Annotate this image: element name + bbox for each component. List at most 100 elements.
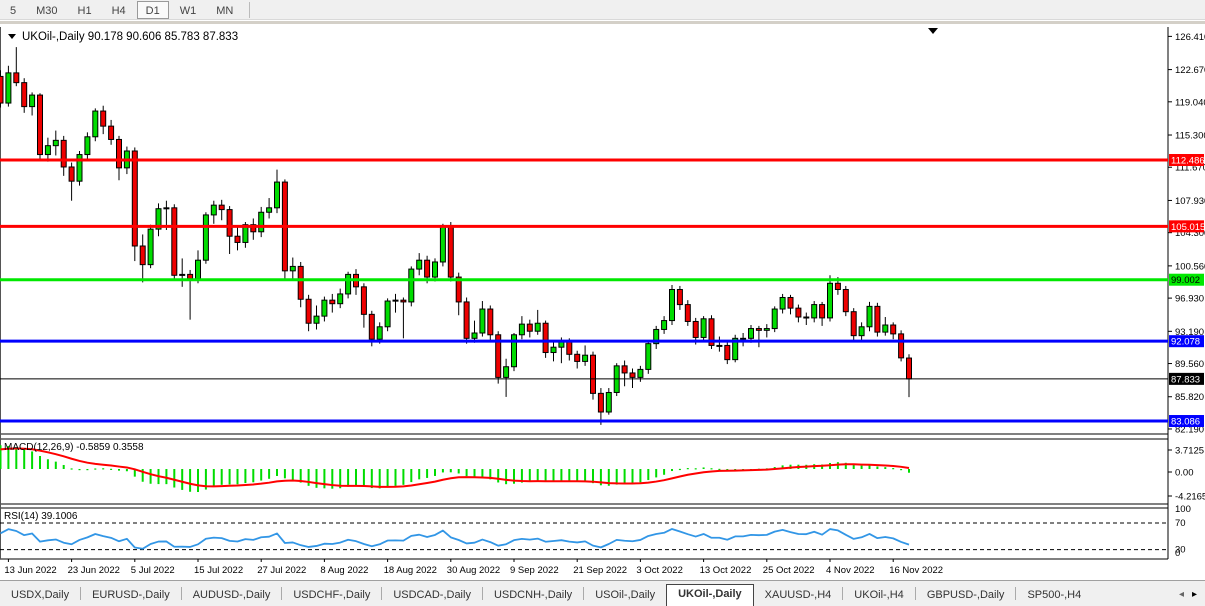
candle xyxy=(203,215,208,260)
candle xyxy=(117,139,122,167)
candle xyxy=(235,236,240,242)
candle xyxy=(780,297,785,309)
candle xyxy=(741,338,746,339)
rsi-line xyxy=(1,529,910,549)
candle xyxy=(598,393,603,412)
candle xyxy=(290,266,295,270)
date-axis-label: 18 Aug 2022 xyxy=(384,565,437,576)
tab-gbpusd-daily[interactable]: GBPUSD-,Daily xyxy=(916,586,1016,606)
timeframe-button-5[interactable]: 5 xyxy=(1,1,25,19)
candle xyxy=(693,321,698,337)
candle xyxy=(346,274,351,294)
rsi-axis-label: 0 xyxy=(1175,548,1180,559)
tabs-scroll-left-icon[interactable]: ◂ xyxy=(1179,589,1184,600)
candle xyxy=(907,358,912,379)
timeframe-button-m30[interactable]: M30 xyxy=(27,1,66,19)
tabs-scroll-right-icon[interactable]: ▸ xyxy=(1192,589,1197,600)
tab-sp500-h4[interactable]: SP500-,H4 xyxy=(1016,586,1092,606)
tab-usdchf-daily[interactable]: USDCHF-,Daily xyxy=(282,586,381,606)
macd-axis-label: -4.2165 xyxy=(1175,492,1205,503)
level-line-badge-label: 92.078 xyxy=(1171,337,1200,348)
candle xyxy=(788,297,793,308)
candle xyxy=(764,329,769,331)
candle xyxy=(101,111,106,126)
candle xyxy=(717,345,722,346)
timeframe-toolbar: 5M30H1H4D1W1MN xyxy=(0,0,1205,20)
candle xyxy=(867,306,872,326)
candle xyxy=(843,289,848,311)
candle xyxy=(820,305,825,318)
candle xyxy=(670,289,675,320)
candle xyxy=(899,334,904,358)
candle xyxy=(472,333,477,338)
tab-ukoil-h4[interactable]: UKOil-,H4 xyxy=(843,586,915,606)
date-axis-label: 9 Sep 2022 xyxy=(510,565,559,576)
candle xyxy=(677,289,682,304)
level-line-badge-label: 105.015 xyxy=(1171,222,1205,233)
date-axis-label: 23 Jun 2022 xyxy=(68,565,120,576)
chart-title xyxy=(8,34,16,39)
candle xyxy=(551,347,556,352)
candle xyxy=(298,266,303,299)
candle xyxy=(0,76,3,103)
tab-audusd-daily[interactable]: AUDUSD-,Daily xyxy=(182,586,282,606)
candle xyxy=(132,151,137,246)
rsi-axis-label: 70 xyxy=(1175,518,1186,529)
chart-canvas[interactable]: 126.410122.670119.040115.300111.670107.9… xyxy=(0,24,1205,582)
candle xyxy=(409,269,414,302)
timeframe-button-h1[interactable]: H1 xyxy=(69,1,101,19)
timeframe-button-d1[interactable]: D1 xyxy=(137,1,169,19)
candle xyxy=(488,309,493,335)
candle xyxy=(433,262,438,277)
candle xyxy=(196,260,201,279)
tab-usdcad-daily[interactable]: USDCAD-,Daily xyxy=(382,586,482,606)
candle xyxy=(361,287,366,315)
candle xyxy=(38,95,43,154)
candle xyxy=(22,83,27,107)
macd-label: MACD(12,26,9) -0.5859 0.3558 xyxy=(4,442,144,453)
candle xyxy=(401,300,406,302)
candle xyxy=(567,342,572,354)
candle xyxy=(828,283,833,318)
rsi-axis-label: 100 xyxy=(1175,504,1191,515)
tab-usdcnh-daily[interactable]: USDCNH-,Daily xyxy=(483,586,583,606)
candle xyxy=(630,373,635,377)
candle xyxy=(756,329,761,331)
candle xyxy=(859,327,864,336)
candle xyxy=(164,208,169,209)
chart-tab-bar: USDX,DailyEURUSD-,DailyAUDUSD-,DailyUSDC… xyxy=(0,580,1205,606)
chart-title-text: UKOil-,Daily 90.178 90.606 85.783 87.833 xyxy=(22,31,238,43)
tab-usdx-daily[interactable]: USDX,Daily xyxy=(0,586,80,606)
candle xyxy=(883,325,888,332)
tab-xauusd-h4[interactable]: XAUUSD-,H4 xyxy=(754,586,843,606)
macd-signal-line xyxy=(1,448,910,486)
level-line-badge-label: 83.086 xyxy=(1171,417,1200,428)
candle xyxy=(448,226,453,277)
candle xyxy=(575,354,580,361)
symbol-dropdown-icon[interactable] xyxy=(8,34,16,39)
price-axis-label: 100.560 xyxy=(1175,261,1205,272)
chart-shift-marker-icon xyxy=(928,28,938,34)
timeframe-button-mn[interactable]: MN xyxy=(207,1,242,19)
timeframe-button-h4[interactable]: H4 xyxy=(103,1,135,19)
candle xyxy=(267,208,272,212)
candle xyxy=(140,246,145,265)
candle xyxy=(322,300,327,316)
date-axis-label: 13 Jun 2022 xyxy=(4,565,56,576)
candle xyxy=(440,226,445,262)
candle xyxy=(812,305,817,318)
candle xyxy=(14,73,19,83)
price-axis-label: 107.930 xyxy=(1175,196,1205,207)
price-axis-label: 96.930 xyxy=(1175,294,1204,305)
tab-ukoil-daily[interactable]: UKOil-,Daily xyxy=(666,584,754,606)
candle xyxy=(425,260,430,277)
candle xyxy=(385,301,390,327)
tab-eurusd-daily[interactable]: EURUSD-,Daily xyxy=(81,586,181,606)
macd-axis-label: 0.00 xyxy=(1175,468,1194,479)
candle xyxy=(53,140,58,145)
candle xyxy=(583,355,588,361)
timeframe-button-w1[interactable]: W1 xyxy=(171,1,206,19)
candle xyxy=(804,317,809,318)
candle xyxy=(464,302,469,338)
tab-usoil-daily[interactable]: USOil-,Daily xyxy=(584,586,666,606)
